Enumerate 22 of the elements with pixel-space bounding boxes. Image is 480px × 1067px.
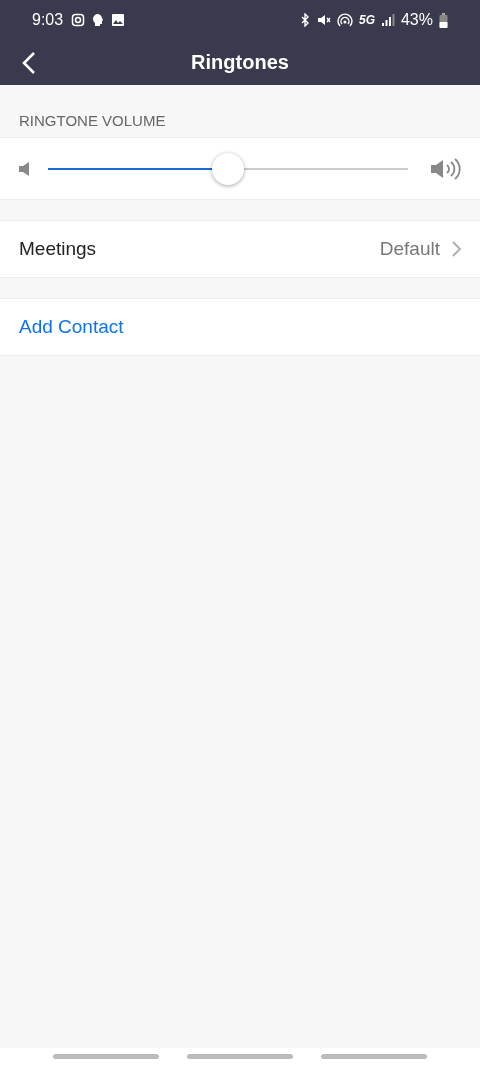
mute-icon — [316, 13, 331, 27]
signal-icon — [380, 13, 395, 27]
camera-app-icon — [71, 13, 86, 27]
head-icon — [91, 13, 106, 27]
network-type: 5G — [358, 13, 375, 27]
page-title: Ringtones — [191, 51, 289, 74]
add-contact-link[interactable]: Add Contact — [19, 316, 124, 338]
hotspot-icon — [336, 13, 353, 27]
nav-handle[interactable] — [321, 1054, 427, 1059]
chevron-right-icon — [452, 241, 461, 257]
battery-icon — [439, 12, 448, 28]
slider-thumb[interactable] — [212, 152, 244, 185]
row-label: Meetings — [19, 238, 97, 260]
settings-row[interactable]: Meetings Default — [0, 221, 480, 278]
battery-level: 43% — [400, 11, 433, 29]
speaker-low-icon — [18, 160, 32, 177]
row-value: Default — [379, 238, 440, 260]
speaker-high-icon — [430, 156, 462, 181]
nav-handle[interactable] — [53, 1054, 159, 1059]
image-icon — [111, 13, 126, 27]
nav-handle[interactable] — [187, 1054, 293, 1059]
status-time: 9:03 — [32, 11, 64, 29]
